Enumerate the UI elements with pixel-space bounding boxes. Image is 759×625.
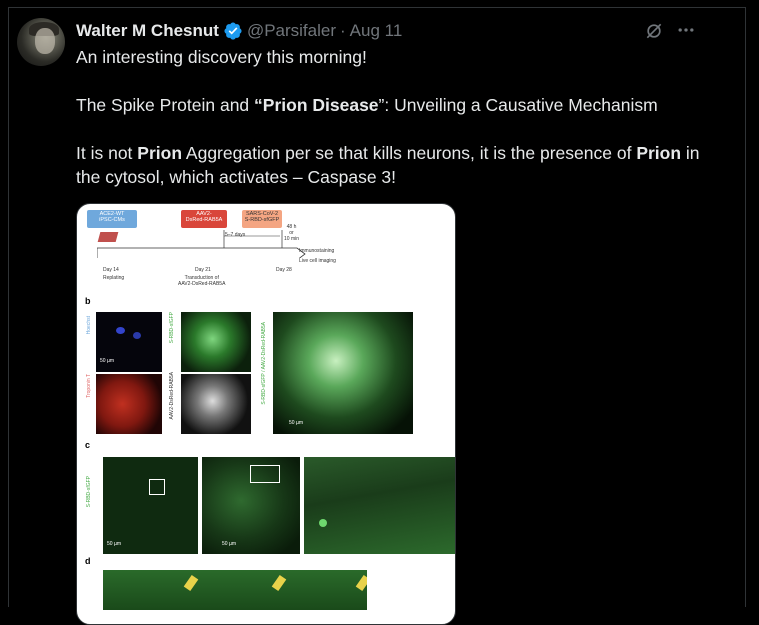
bold-text: Prion bbox=[636, 143, 682, 163]
replating-label: Replating bbox=[103, 275, 125, 281]
immuno-label: Immunostaining bbox=[299, 248, 335, 254]
post-date[interactable]: Aug 11 bbox=[350, 21, 403, 41]
hours-label: 48 h or 10 min bbox=[284, 224, 300, 242]
troponin-label: Troponin T bbox=[86, 374, 92, 398]
tweet-header: Walter M Chesnut @Parsifaler · Aug 11 bbox=[76, 19, 402, 43]
grok-icon[interactable] bbox=[644, 21, 664, 41]
transduction-label: Transduction of AAV2-DsRed-RAB5A bbox=[178, 275, 226, 287]
scale-bar-label: 50 µm bbox=[107, 541, 121, 547]
hoechst-image: 50 µm bbox=[96, 312, 162, 372]
text-run: It is not bbox=[76, 143, 138, 163]
panel-letter-c: c bbox=[85, 440, 91, 450]
scale-bar-label: 50 µm bbox=[289, 420, 303, 426]
live-label: Live cell imaging bbox=[299, 258, 336, 264]
srbd-image-b bbox=[181, 312, 251, 372]
scale-bar-label: 50 µm bbox=[222, 541, 236, 547]
ace2-box: ACE2-WT iPSC-CMs bbox=[87, 210, 137, 228]
text-run: An interesting discovery this morning! bbox=[76, 47, 367, 67]
tweet-paragraph: It is not Prion Aggregation per se that … bbox=[76, 141, 716, 189]
panel-letter-d: d bbox=[85, 556, 91, 566]
srbd-label-b: S-RBD-sfGFP bbox=[169, 312, 175, 344]
text-run: The Spike Protein and bbox=[76, 95, 255, 115]
avatar-face bbox=[35, 28, 55, 54]
day28-label: Day 28 bbox=[276, 267, 292, 273]
srbd-image-c2: 50 µm bbox=[202, 457, 300, 554]
days-label: 5–7 days bbox=[225, 232, 246, 238]
bold-text: Prion bbox=[137, 143, 183, 163]
aav-box: AAV2- DsRed-RAB5A bbox=[181, 210, 227, 228]
day14-label: Day 14 bbox=[103, 267, 119, 273]
srbd-zoom-image bbox=[304, 457, 455, 554]
tweet-text: An interesting discovery this morning! T… bbox=[76, 45, 716, 213]
tweet-paragraph: The Spike Protein and “Prion Disease”: U… bbox=[76, 93, 716, 117]
panel-letter-b: b bbox=[85, 296, 91, 306]
bold-text: “Prion Disease bbox=[254, 95, 379, 115]
verified-badge-icon[interactable] bbox=[223, 21, 243, 41]
tweet-image[interactable]: ACE2-WT iPSC-CMs AAV2- DsRed-RAB5A SARS-… bbox=[76, 203, 456, 625]
text-run: Aggregation per se that kills neurons, i… bbox=[182, 143, 637, 163]
separator-dot: · bbox=[340, 21, 346, 40]
text-run: ”: Unveiling a Causative Mechanism bbox=[378, 95, 658, 115]
merged-image: 50 µm bbox=[273, 312, 413, 434]
hoechst-label: Hoechst bbox=[86, 316, 92, 335]
rab5a-image bbox=[181, 374, 251, 434]
author-name[interactable]: Walter M Chesnut bbox=[76, 21, 219, 41]
sars-box: SARS-CoV-2 S-RBD-sfGFP bbox=[242, 210, 282, 228]
tweet-paragraph: An interesting discovery this morning! bbox=[76, 45, 716, 69]
author-handle[interactable]: @Parsifaler bbox=[247, 21, 336, 41]
srbd-label-c: S-RBD-sfGFP bbox=[86, 476, 92, 508]
more-icon[interactable] bbox=[676, 20, 696, 40]
avatar[interactable] bbox=[17, 18, 65, 66]
day21-label: Day 21 bbox=[195, 267, 211, 273]
scale-bar-label: 50 µm bbox=[100, 358, 114, 364]
merged-label: S-RBD-sfGFP / AAV2-DsRed-RAB5A bbox=[261, 322, 267, 405]
panel-d-image bbox=[103, 570, 367, 610]
troponin-image bbox=[96, 374, 162, 434]
srbd-image-c1: 50 µm bbox=[103, 457, 198, 554]
aav-rab-label: AAV2-DsRed-RAB5A bbox=[169, 372, 175, 420]
timeline-arrow bbox=[97, 230, 306, 258]
